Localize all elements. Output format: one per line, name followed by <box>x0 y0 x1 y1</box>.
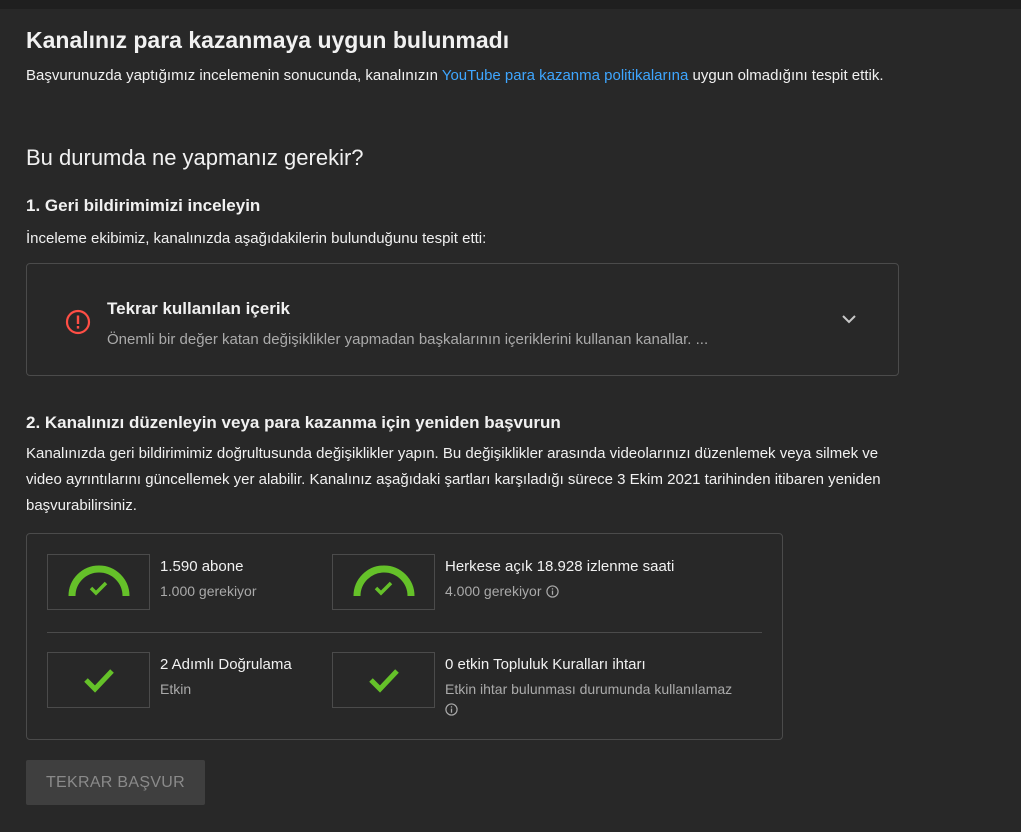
requirement-title: 1.590 abone <box>160 558 244 575</box>
next-steps-heading: Bu durumda ne yapmanız gerekir? <box>26 145 364 170</box>
issue-card-reused-content[interactable]: Tekrar kullanılan içerik Önemli bir değe… <box>26 263 899 376</box>
requirement-subtitle: 1.000 gerekiyor <box>160 583 257 599</box>
info-icon[interactable] <box>545 585 559 598</box>
requirement-icon-box <box>47 652 150 708</box>
step1-title: 1. Geri bildirimimizi inceleyin <box>26 196 261 215</box>
top-bar <box>0 0 1021 9</box>
step2-description: Kanalınızda geri bildirimimiz doğrultusu… <box>26 445 881 514</box>
requirement-title: 2 Adımlı Doğrulama <box>160 656 292 673</box>
requirements-panel: 1.590 abone 1.000 gerekiyor Herkese açık… <box>26 533 783 740</box>
chevron-down-icon[interactable] <box>840 310 858 328</box>
requirements-divider <box>47 632 762 633</box>
step2-title: 2. Kanalınızı düzenleyin veya para kazan… <box>26 413 561 432</box>
step1-description: İnceleme ekibimiz, kanalınızda aşağıdaki… <box>26 230 487 247</box>
info-icon[interactable] <box>445 703 458 716</box>
requirement-icon-box <box>332 652 435 708</box>
gauge-check-icon <box>68 565 129 597</box>
requirement-subtitle: Etkin <box>160 681 192 697</box>
monetization-policies-link[interactable]: YouTube para kazanma politikalarına <box>442 67 689 84</box>
check-icon <box>83 669 114 693</box>
requirement-subtitle: 4.000 gerekiyor <box>445 582 559 600</box>
gauge-check-icon <box>353 565 414 597</box>
page-title: Kanalınız para kazanmaya uygun bulunmadı <box>26 27 510 53</box>
issue-title: Tekrar kullanılan içerik <box>107 299 290 318</box>
requirement-subtitle: Etkin ihtar bulunması durumunda kullanıl… <box>445 680 732 716</box>
requirement-title: 0 etkin Topluluk Kuralları ihtarı <box>445 656 646 673</box>
reapply-button[interactable]: TEKRAR BAŞVUR <box>26 760 205 805</box>
issue-description: Önemli bir değer katan değişiklikler yap… <box>107 331 709 348</box>
requirement-icon-box <box>332 554 435 610</box>
intro-text: Başvurunuzda yaptığımız incelemenin sonu… <box>26 67 884 84</box>
error-icon <box>65 309 91 335</box>
requirement-icon-box <box>47 554 150 610</box>
check-icon <box>368 669 399 693</box>
requirement-title: Herkese açık 18.928 izlenme saati <box>445 558 675 575</box>
